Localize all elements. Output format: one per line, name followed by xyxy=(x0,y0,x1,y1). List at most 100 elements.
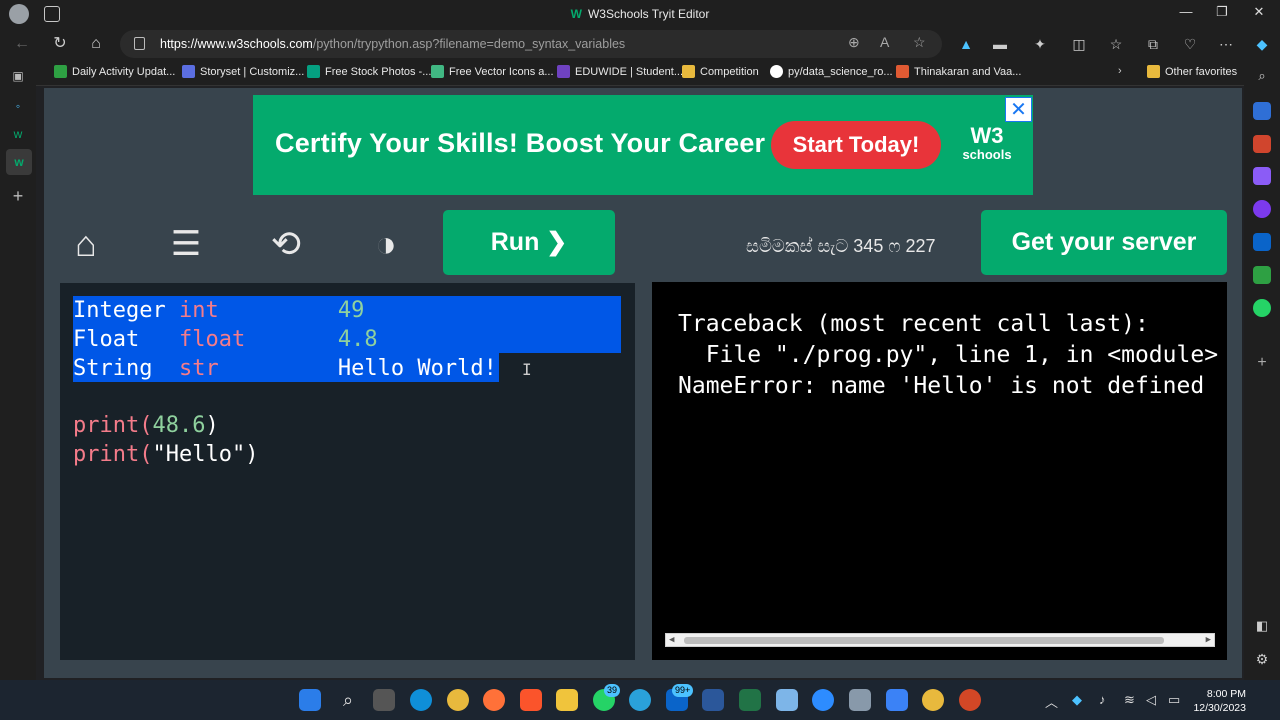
output-panel[interactable]: Traceback (most recent call last): File … xyxy=(652,282,1227,660)
chrome-profile-icon[interactable] xyxy=(922,689,944,711)
volume-icon[interactable]: ◁ xyxy=(1146,692,1156,708)
stack-app-icon[interactable] xyxy=(849,689,871,711)
favorite-favicon-icon xyxy=(557,65,570,78)
excel-icon[interactable] xyxy=(739,689,761,711)
maximize-icon[interactable]: ❐ xyxy=(1212,4,1232,20)
powerpoint-icon[interactable] xyxy=(959,689,981,711)
back-icon[interactable]: ← xyxy=(10,32,34,56)
favorite-label: Competition xyxy=(700,65,759,78)
task-view-icon[interactable] xyxy=(373,689,395,711)
horizontal-scrollbar[interactable]: ◀ ▶ xyxy=(665,633,1215,647)
microphone-icon[interactable]: ♪ xyxy=(1099,692,1106,707)
extension-icon[interactable]: ▲ xyxy=(956,34,976,54)
run-button[interactable]: Run ❯ xyxy=(443,210,615,275)
home-icon[interactable]: ⌂ xyxy=(61,222,111,266)
favorite-item[interactable]: py/data_science_ro... xyxy=(770,65,893,78)
favorite-item[interactable]: Storyset | Customiz... xyxy=(182,65,304,78)
favorites-icon[interactable]: ☆ xyxy=(1106,34,1126,54)
tab-favicon-icon[interactable]: w xyxy=(8,124,28,144)
settings-gear-icon[interactable]: ⚙ xyxy=(1253,651,1271,669)
tab-actions-icon[interactable]: ▣ xyxy=(8,66,28,86)
start-menu-icon[interactable] xyxy=(299,689,321,711)
defender-icon[interactable]: ◆ xyxy=(1072,692,1082,708)
read-aloud-icon[interactable]: A xyxy=(880,34,889,50)
code-token: print( xyxy=(73,442,153,467)
notepad-icon[interactable] xyxy=(776,689,798,711)
favorite-item[interactable]: Thinakaran and Vaa... xyxy=(896,65,1021,78)
theme-toggle-icon[interactable]: ◑ xyxy=(361,222,411,266)
clock-time: 8:00 PM xyxy=(1206,688,1246,700)
word-icon[interactable] xyxy=(702,689,724,711)
tools-icon[interactable] xyxy=(1253,135,1271,153)
get-your-server-button[interactable]: Get your server xyxy=(981,210,1227,275)
menu-icon[interactable]: ☰ xyxy=(161,222,211,266)
output-line: Traceback (most recent call last): xyxy=(678,311,1149,337)
new-tab-icon[interactable]: + xyxy=(8,186,28,206)
favorite-item[interactable]: Competition xyxy=(682,65,759,78)
favorite-label: py/data_science_ro... xyxy=(788,65,893,78)
battery-icon[interactable]: ▭ xyxy=(1168,692,1180,708)
m365-icon[interactable] xyxy=(1253,200,1271,218)
split-screen-icon[interactable]: ◫ xyxy=(1069,34,1089,54)
telegram-icon[interactable] xyxy=(629,689,651,711)
search-icon[interactable]: ⌕ xyxy=(337,689,359,711)
code-editor[interactable]: Integer int 49 Float float 4.8 String st… xyxy=(60,283,635,660)
drop-icon[interactable] xyxy=(1253,266,1271,284)
more-menu-icon[interactable]: ⋯ xyxy=(1216,34,1236,54)
tab-favicon-icon[interactable]: ◦ xyxy=(8,96,28,116)
whatsapp-badge: 39 xyxy=(604,684,621,697)
home-icon[interactable]: ⌂ xyxy=(84,32,108,56)
refresh-icon[interactable]: ↻ xyxy=(48,32,72,56)
file-explorer-icon[interactable] xyxy=(556,689,578,711)
favorite-item[interactable]: Daily Activity Updat... xyxy=(54,65,175,78)
favorite-favicon-icon xyxy=(307,65,320,78)
zoom-icon[interactable]: ⊕ xyxy=(848,34,860,51)
firefox-icon[interactable] xyxy=(483,689,505,711)
rotate-layout-icon[interactable]: ⟲ xyxy=(261,222,311,266)
hide-sidebar-icon[interactable]: ◧ xyxy=(1253,618,1271,636)
code-token: Integer xyxy=(73,298,179,323)
browser-essentials-icon[interactable]: ♡ xyxy=(1180,34,1200,54)
shopping-icon[interactable] xyxy=(1253,102,1271,120)
output-line: NameError: name 'Hello' is not defined xyxy=(678,373,1205,399)
ad-banner[interactable]: Certify Your Skills! Boost Your Career S… xyxy=(253,95,1033,195)
taskbar-clock[interactable]: 8:00 PM 12/30/2023 xyxy=(1190,687,1246,715)
wifi-icon[interactable]: ≋ xyxy=(1124,692,1135,708)
active-tab-favicon-icon[interactable]: w xyxy=(6,149,32,175)
favorite-item[interactable]: EDUWIDE | Student... xyxy=(557,65,683,78)
code-token: float xyxy=(178,327,285,352)
favorite-item[interactable]: Free Vector Icons a... xyxy=(431,65,554,78)
whatsapp-icon[interactable] xyxy=(1253,299,1271,317)
app-icon[interactable] xyxy=(886,689,908,711)
url-text[interactable]: https://www.w3schools.com/python/trypyth… xyxy=(160,37,625,51)
zoom-icon[interactable] xyxy=(812,689,834,711)
navigation-bar: ← ↻ ⌂ https://www.w3schools.com/python/t… xyxy=(0,28,1280,60)
extension-icon[interactable]: ▬ xyxy=(990,34,1010,54)
scrollbar-thumb[interactable] xyxy=(684,637,1164,644)
other-favorites[interactable]: Other favorites xyxy=(1147,65,1237,78)
favorites-overflow-chevron-icon[interactable]: › xyxy=(1118,65,1122,77)
edge-icon[interactable] xyxy=(410,689,432,711)
copilot-icon[interactable]: ◆ xyxy=(1252,34,1272,54)
scroll-left-arrow-icon[interactable]: ◀ xyxy=(669,634,674,647)
games-icon[interactable] xyxy=(1253,167,1271,185)
ad-close-button[interactable]: ✕ xyxy=(1005,97,1032,122)
brave-icon[interactable] xyxy=(520,689,542,711)
address-bar[interactable]: https://www.w3schools.com/python/trypyth… xyxy=(120,30,942,58)
outlook-icon[interactable] xyxy=(1253,233,1271,251)
ad-start-today-button[interactable]: Start Today! xyxy=(771,121,941,169)
show-hidden-icons-icon[interactable]: ︿ xyxy=(1045,692,1058,711)
favorite-star-icon[interactable]: ☆ xyxy=(913,34,926,51)
lock-icon[interactable] xyxy=(134,37,145,50)
search-icon[interactable]: ⌕ xyxy=(1253,68,1271,86)
extensions-puzzle-icon[interactable]: ✦ xyxy=(1030,34,1050,54)
close-window-icon[interactable]: ✕ xyxy=(1249,4,1269,20)
scroll-right-arrow-icon[interactable]: ▶ xyxy=(1206,634,1211,647)
collections-icon[interactable]: ⧉ xyxy=(1143,34,1163,54)
favorite-item[interactable]: Free Stock Photos -... xyxy=(307,65,431,78)
code-token: str xyxy=(178,356,285,381)
add-sidebar-app-icon[interactable]: + xyxy=(1253,354,1271,372)
favorite-label: Daily Activity Updat... xyxy=(72,65,176,78)
chrome-icon[interactable] xyxy=(447,689,469,711)
minimize-icon[interactable]: — xyxy=(1176,4,1196,19)
